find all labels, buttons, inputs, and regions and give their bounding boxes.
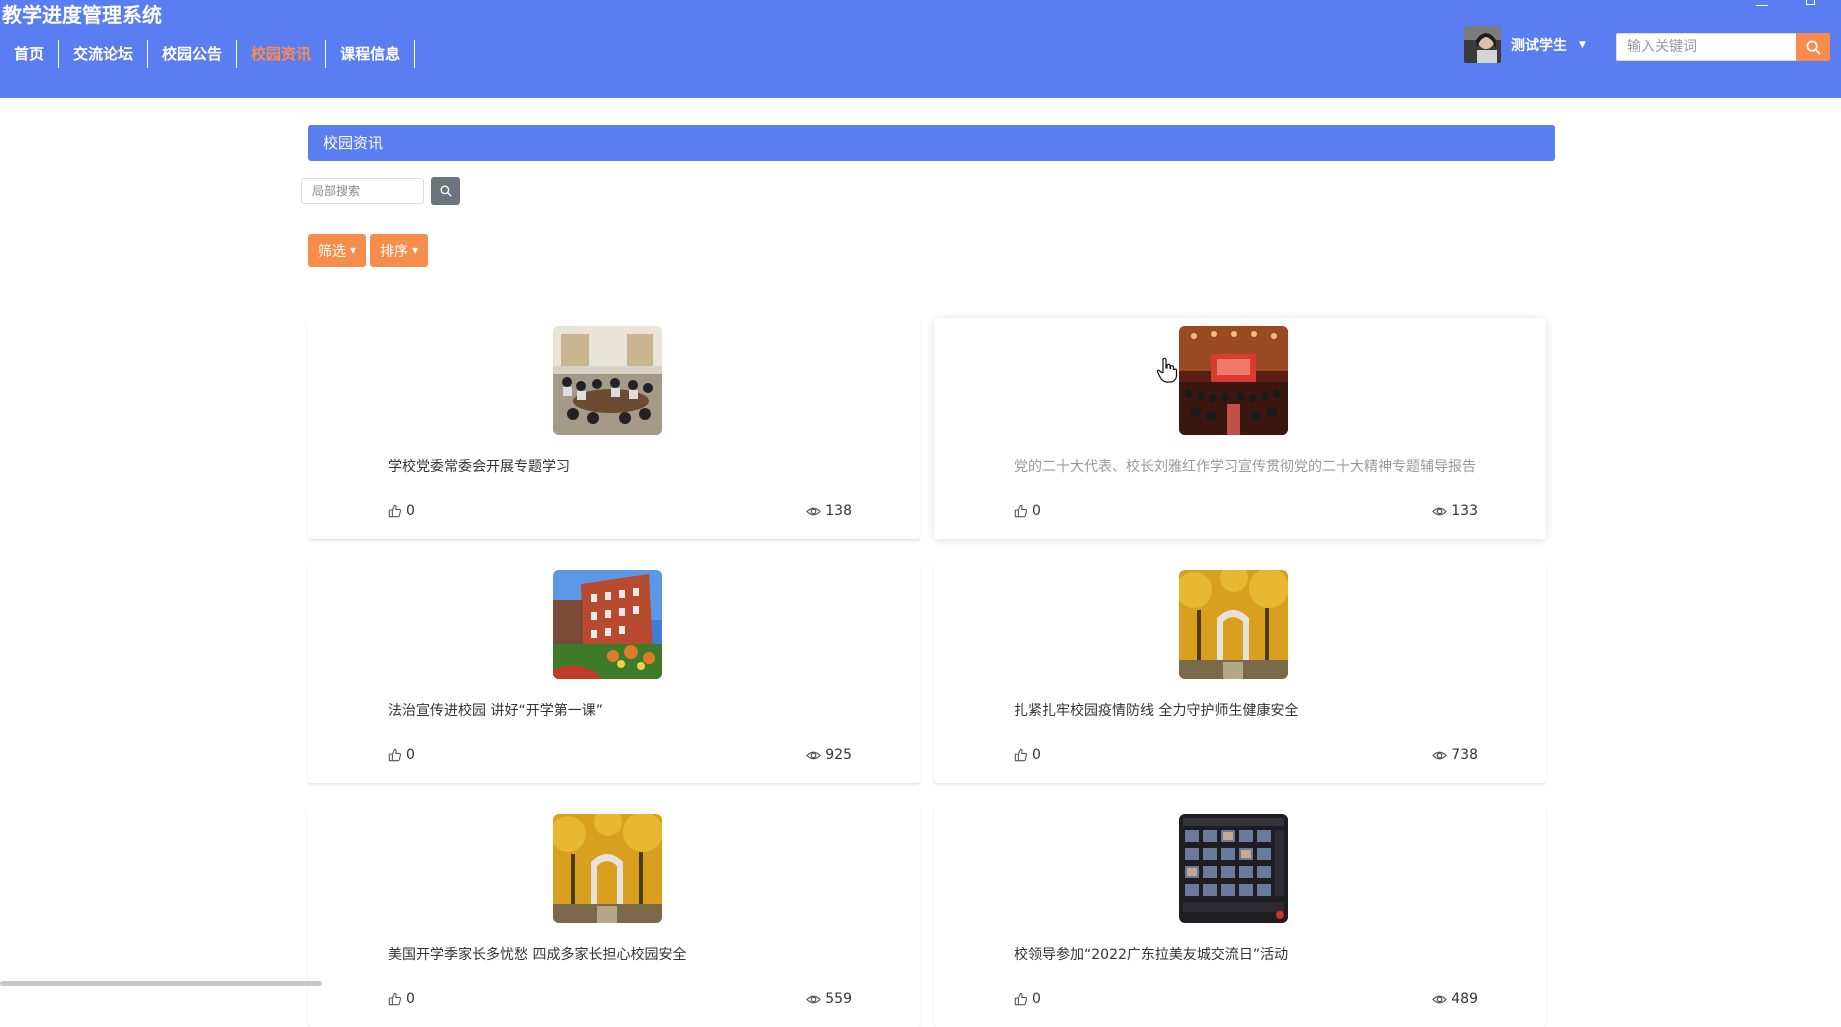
- like-count-value: 0: [406, 991, 415, 1007]
- thumbs-up-icon: [1014, 992, 1028, 1006]
- like-count[interactable]: 0: [388, 747, 415, 763]
- thumbs-up-icon: [1014, 748, 1028, 762]
- view-count-value: 925: [825, 747, 852, 763]
- local-search: [301, 177, 460, 205]
- filter-dropdown-button[interactable]: 筛选 ▼: [308, 234, 366, 267]
- hand-cursor-icon: [1156, 357, 1178, 383]
- main-nav: 首页 交流论坛 校园公告 校园资讯 课程信息: [0, 38, 415, 70]
- view-count-value: 559: [825, 991, 852, 1007]
- news-card[interactable]: 法治宣传进校园 讲好“开学第一课” 0 925: [308, 562, 920, 783]
- thumbs-up-icon: [388, 748, 402, 762]
- news-thumbnail[interactable]: [553, 570, 662, 679]
- user-name: 测试学生: [1511, 35, 1567, 55]
- view-count: 138: [806, 503, 852, 519]
- eye-icon: [1432, 748, 1447, 763]
- news-title[interactable]: 党的二十大代表、校长刘雅红作学习宣传贯彻党的二十大精神专题辅导报告: [1014, 456, 1484, 476]
- thumbs-up-icon: [388, 504, 402, 518]
- section-title-bar: 校园资讯: [308, 125, 1555, 161]
- like-count-value: 0: [406, 747, 415, 763]
- news-thumbnail[interactable]: [553, 814, 662, 923]
- nav-item-home[interactable]: 首页: [0, 40, 59, 68]
- sort-label: 排序: [380, 241, 408, 261]
- news-card[interactable]: 学校党委常委会开展专题学习 0 138: [308, 318, 920, 539]
- like-count[interactable]: 0: [1014, 747, 1041, 763]
- chevron-down-icon[interactable]: ▼: [1579, 40, 1586, 50]
- nav-item-forum[interactable]: 交流论坛: [59, 40, 148, 68]
- news-title[interactable]: 校领导参加“2022广东拉美友城交流日”活动: [1014, 944, 1484, 964]
- like-count-value: 0: [1032, 991, 1041, 1007]
- news-title[interactable]: 学校党委常委会开展专题学习: [388, 456, 858, 476]
- eye-icon: [1432, 504, 1447, 519]
- caret-down-icon: ▼: [412, 246, 418, 255]
- search-icon: [440, 185, 452, 197]
- thumbs-up-icon: [1014, 504, 1028, 518]
- view-count: 489: [1432, 991, 1478, 1007]
- news-card[interactable]: 美国开学季家长多忧愁 四成多家长担心校园安全 0 559: [308, 806, 920, 1027]
- eye-icon: [806, 504, 821, 519]
- eye-icon: [806, 992, 821, 1007]
- window-controls: [1756, 0, 1815, 6]
- nav-item-campus-news[interactable]: 校园资讯: [237, 40, 326, 68]
- like-count[interactable]: 0: [388, 503, 415, 519]
- search-icon: [1806, 40, 1821, 55]
- sort-dropdown-button[interactable]: 排序 ▼: [370, 234, 428, 267]
- news-thumbnail[interactable]: [1179, 814, 1288, 923]
- top-header: 教学进度管理系统 首页 交流论坛 校园公告 校园资讯 课程信息 测试学生 ▼: [0, 0, 1841, 98]
- news-title[interactable]: 扎紧扎牢校园疫情防线 全力守护师生健康安全: [1014, 700, 1484, 720]
- minimize-icon[interactable]: [1756, 0, 1768, 6]
- horizontal-scrollbar[interactable]: [0, 981, 322, 986]
- like-count[interactable]: 0: [388, 991, 415, 1007]
- nav-item-courses[interactable]: 课程信息: [326, 40, 415, 68]
- view-count-value: 489: [1451, 991, 1478, 1007]
- view-count-value: 738: [1451, 747, 1478, 763]
- filter-sort-group: 筛选 ▼ 排序 ▼: [308, 234, 428, 267]
- news-thumbnail[interactable]: [1179, 570, 1288, 679]
- avatar: [1464, 26, 1501, 63]
- like-count[interactable]: 0: [1014, 503, 1041, 519]
- view-count: 925: [806, 747, 852, 763]
- view-count: 738: [1432, 747, 1478, 763]
- eye-icon: [1432, 992, 1447, 1007]
- header-search-button[interactable]: [1796, 33, 1830, 61]
- news-title[interactable]: 美国开学季家长多忧愁 四成多家长担心校园安全: [388, 944, 858, 964]
- news-card[interactable]: 扎紧扎牢校园疫情防线 全力守护师生健康安全 0 738: [934, 562, 1546, 783]
- like-count[interactable]: 0: [1014, 991, 1041, 1007]
- like-count-value: 0: [1032, 747, 1041, 763]
- user-menu[interactable]: 测试学生 ▼: [1464, 26, 1586, 63]
- news-card[interactable]: 党的二十大代表、校长刘雅红作学习宣传贯彻党的二十大精神专题辅导报告 0 133: [934, 318, 1546, 539]
- view-count: 133: [1432, 503, 1478, 519]
- header-search-input[interactable]: [1616, 33, 1796, 61]
- news-title[interactable]: 法治宣传进校园 讲好“开学第一课”: [388, 700, 858, 720]
- eye-icon: [806, 748, 821, 763]
- view-count: 559: [806, 991, 852, 1007]
- news-card[interactable]: 校领导参加“2022广东拉美友城交流日”活动 0 489: [934, 806, 1546, 1027]
- maximize-icon[interactable]: [1806, 0, 1815, 5]
- news-grid: 学校党委常委会开展专题学习 0 138 党的二十大代表、校长刘雅红作学习宣传贯彻…: [308, 318, 1548, 1027]
- like-count-value: 0: [1032, 503, 1041, 519]
- news-thumbnail[interactable]: [553, 326, 662, 435]
- caret-down-icon: ▼: [350, 246, 356, 255]
- view-count-value: 138: [825, 503, 852, 519]
- news-thumbnail[interactable]: [1179, 326, 1288, 435]
- app-title: 教学进度管理系统: [2, 0, 162, 28]
- view-count-value: 133: [1451, 503, 1478, 519]
- local-search-input[interactable]: [301, 178, 424, 204]
- header-search: [1616, 33, 1830, 61]
- thumbs-up-icon: [388, 992, 402, 1006]
- filter-label: 筛选: [318, 241, 346, 261]
- local-search-button[interactable]: [431, 177, 460, 205]
- like-count-value: 0: [406, 503, 415, 519]
- nav-item-announcements[interactable]: 校园公告: [148, 40, 237, 68]
